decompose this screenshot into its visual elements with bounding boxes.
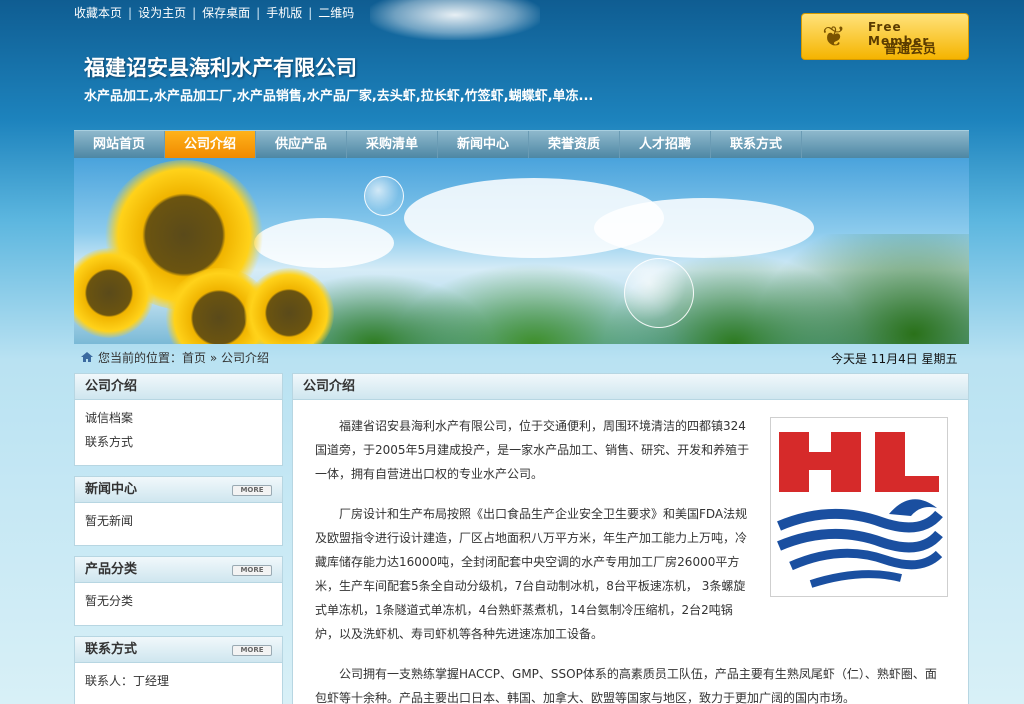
divider: |	[308, 6, 313, 20]
main-content-panel: 公司介绍 福建省诏安县海利水产有限公司，位于交通便利，周围环境清洁的四都镇324…	[292, 373, 969, 704]
bookmark-link[interactable]: 收藏本页	[74, 6, 122, 20]
breadcrumb-home[interactable]: 首页	[182, 351, 206, 365]
set-homepage-link[interactable]: 设为主页	[138, 6, 186, 20]
intro-paragraph: 公司拥有一支熟练掌握HACCP、GMP、SSOP体系的高素质员工队伍，产品主要有…	[315, 667, 937, 704]
sidebar-item-contact[interactable]: 联系方式	[85, 430, 272, 454]
save-desktop-link[interactable]: 保存桌面	[202, 6, 250, 20]
sidebar-item-credit[interactable]: 诚信档案	[85, 406, 272, 430]
panel-title: 新闻中心 MORE	[75, 477, 282, 503]
company-logo	[770, 417, 948, 597]
company-name: 福建诏安县海利水产有限公司	[84, 56, 357, 80]
more-button[interactable]: MORE	[232, 645, 272, 656]
banner-image	[74, 158, 969, 344]
panel-title-text: 联系方式	[85, 642, 138, 657]
mobile-link[interactable]: 手机版	[266, 6, 302, 20]
empty-news: 暂无新闻	[85, 514, 134, 528]
hl-logo-icon	[777, 432, 943, 588]
sunflower	[74, 248, 154, 338]
nav-news[interactable]: 新闻中心	[438, 131, 529, 158]
nav-about[interactable]: 公司介绍	[165, 131, 256, 158]
panel-title: 联系方式 MORE	[75, 637, 282, 663]
sidebar-contact-panel: 联系方式 MORE 联系人：丁经理	[74, 636, 283, 704]
more-button[interactable]: MORE	[232, 565, 272, 576]
breadcrumb-sep: »	[206, 351, 222, 365]
divider: |	[128, 6, 133, 20]
main-nav: 网站首页 公司介绍 供应产品 采购清单 新闻中心 荣誉资质 人才招聘 联系方式	[74, 130, 969, 158]
bubble	[364, 176, 404, 216]
panel-title: 产品分类 MORE	[75, 557, 282, 583]
qrcode-link[interactable]: 二维码	[318, 6, 354, 20]
nav-purchase[interactable]: 采购清单	[347, 131, 438, 158]
panel-title-text: 产品分类	[85, 562, 138, 577]
breadcrumb: 您当前的位置：首页 » 公司介绍	[80, 349, 269, 366]
panel-title-text: 新闻中心	[85, 482, 138, 497]
laurel-wreath-icon: ❦	[822, 20, 846, 53]
divider: |	[256, 6, 261, 20]
more-button[interactable]: MORE	[232, 485, 272, 496]
nav-contact[interactable]: 联系方式	[711, 131, 802, 158]
company-tagline: 水产品加工,水产品加工厂,水产品销售,水产品厂家,去头虾,拉长虾,竹签虾,蝴蝶虾…	[84, 89, 594, 104]
breadcrumb-prefix: 您当前的位置：	[98, 351, 183, 365]
nav-jobs[interactable]: 人才招聘	[620, 131, 711, 158]
divider: |	[192, 6, 197, 20]
current-date: 今天是 11月4日 星期五	[831, 352, 958, 366]
nav-products[interactable]: 供应产品	[256, 131, 347, 158]
sidebar-category-panel: 产品分类 MORE 暂无分类	[74, 556, 283, 626]
main-title: 公司介绍	[293, 374, 968, 400]
contact-person: 联系人：丁经理	[85, 674, 170, 688]
home-icon	[81, 352, 93, 362]
nav-home[interactable]: 网站首页	[74, 131, 165, 158]
member-type-cn: 普通会员	[884, 42, 937, 57]
sidebar-news-panel: 新闻中心 MORE 暂无新闻	[74, 476, 283, 546]
header-cloud	[370, 0, 540, 40]
intro-paragraph: 福建省诏安县海利水产有限公司，位于交通便利，周围环境清洁的四都镇324国道旁，于…	[315, 419, 750, 481]
empty-category: 暂无分类	[85, 594, 134, 608]
bubble	[624, 258, 694, 328]
nav-honors[interactable]: 荣誉资质	[529, 131, 620, 158]
top-links-bar: 收藏本页 | 设为主页 | 保存桌面 | 手机版 | 二维码	[74, 4, 354, 20]
intro-paragraph: 厂房设计和生产布局按照《出口食品生产企业安全卫生要求》和美国FDA法规及欧盟指令…	[315, 507, 748, 641]
breadcrumb-current: 公司介绍	[221, 351, 270, 365]
sidebar-about-panel: 公司介绍 诚信档案 联系方式	[74, 373, 283, 466]
panel-title: 公司介绍	[75, 374, 282, 400]
company-intro-text: 福建省诏安县海利水产有限公司，位于交通便利，周围环境清洁的四都镇324国道旁，于…	[315, 414, 937, 704]
member-badge: ❦ Free Member 普通会员	[801, 13, 969, 60]
